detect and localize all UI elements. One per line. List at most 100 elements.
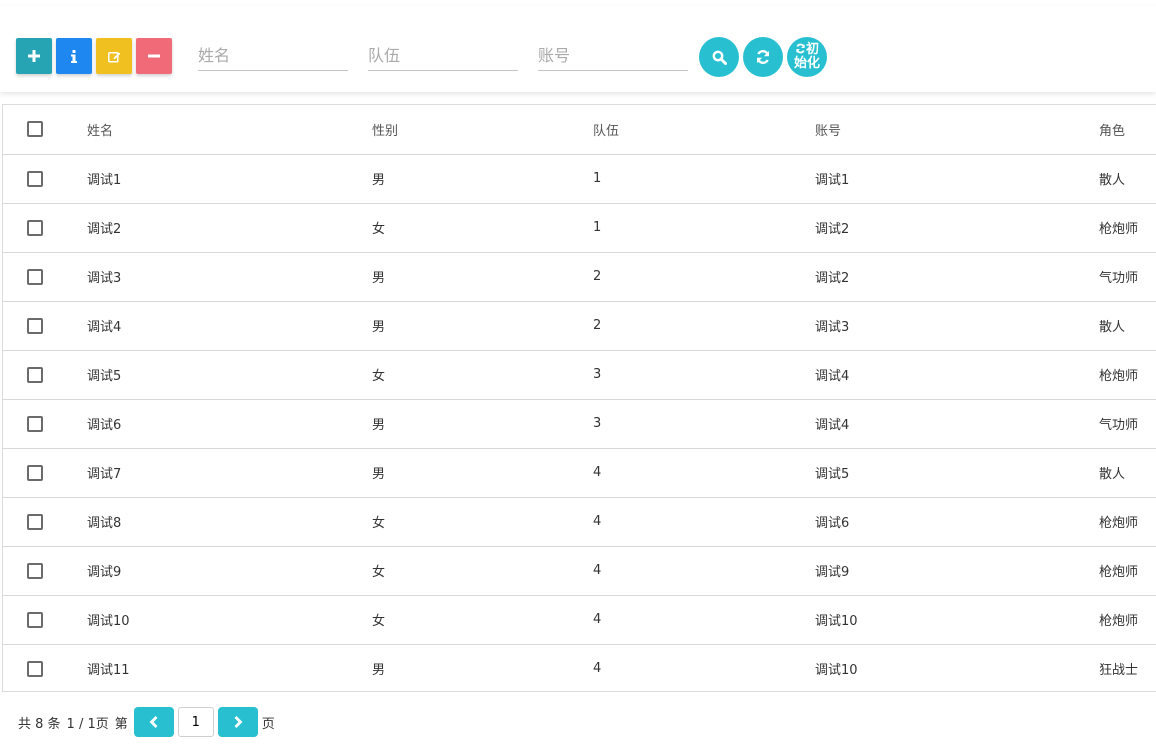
refresh-icon <box>796 43 805 54</box>
row-checkbox[interactable] <box>27 611 43 628</box>
goto-prefix: 第 <box>114 716 128 732</box>
row-select-cell <box>3 497 87 547</box>
table-row[interactable]: 调试6 男 3 调试4 气功师 <box>3 399 1156 449</box>
cell-account: 调试5 <box>815 448 1099 498</box>
row-checkbox[interactable] <box>27 464 43 481</box>
delete-button[interactable] <box>136 38 172 74</box>
cell-gender: 女 <box>372 546 593 596</box>
goto-suffix: 页 <box>261 716 275 732</box>
row-checkbox[interactable] <box>27 660 43 677</box>
refresh-button[interactable] <box>743 37 783 77</box>
account-search-input[interactable] <box>538 40 688 70</box>
cell-name: 调试1 <box>87 154 372 204</box>
total-count: 共 8 条 <box>18 716 61 732</box>
team-search-input[interactable] <box>368 40 518 70</box>
cell-account: 调试2 <box>815 252 1099 302</box>
table-row[interactable]: 调试3 男 2 调试2 气功师 <box>3 252 1156 302</box>
prev-page-button[interactable] <box>133 707 174 737</box>
cell-team: 4 <box>593 448 815 498</box>
cell-role: 枪炮师 <box>1099 546 1156 596</box>
cell-account: 调试2 <box>815 203 1099 253</box>
cell-gender: 男 <box>372 252 593 302</box>
cell-name: 调试7 <box>87 448 372 498</box>
table-row[interactable]: 调试8 女 4 调试6 枪炮师 <box>3 497 1156 547</box>
edit-button[interactable] <box>96 38 132 74</box>
cell-role: 枪炮师 <box>1099 203 1156 253</box>
header-gender[interactable]: 性别 <box>372 105 593 155</box>
search-icon <box>712 50 727 65</box>
select-all-cell <box>3 105 87 155</box>
table-row[interactable]: 调试5 女 3 调试4 枪炮师 <box>3 350 1156 400</box>
row-checkbox[interactable] <box>27 317 43 334</box>
page-number-input[interactable] <box>177 707 214 737</box>
row-select-cell <box>3 252 87 302</box>
cell-name: 调试4 <box>87 301 372 351</box>
row-checkbox[interactable] <box>27 268 43 285</box>
row-checkbox[interactable] <box>27 513 43 530</box>
cell-role: 枪炮师 <box>1099 350 1156 400</box>
header-name[interactable]: 姓名 <box>87 105 372 155</box>
cell-account: 调试9 <box>815 546 1099 596</box>
cell-gender: 女 <box>372 203 593 253</box>
header-role[interactable]: 角色 <box>1099 105 1156 155</box>
chevron-right-icon <box>234 716 243 728</box>
name-search-field <box>198 40 348 71</box>
cell-team: 4 <box>593 546 815 596</box>
add-button[interactable] <box>16 38 52 74</box>
cell-name: 调试5 <box>87 350 372 400</box>
cell-team: 4 <box>593 661 602 677</box>
cell-role: 散人 <box>1099 301 1156 351</box>
cell-role: 散人 <box>1099 154 1156 204</box>
header-team[interactable]: 队伍 <box>593 105 815 155</box>
cell-name: 调试8 <box>87 497 372 547</box>
header-account[interactable]: 账号 <box>815 105 1099 155</box>
cell-team: 1 <box>593 154 815 204</box>
initialize-button[interactable]: 初始化 <box>787 37 827 77</box>
cell-role: 气功师 <box>1099 399 1156 449</box>
initialize-label: 初始化 <box>789 43 825 71</box>
cell-account: 调试6 <box>815 497 1099 547</box>
row-checkbox[interactable] <box>27 219 43 236</box>
cell-account: 调试3 <box>815 301 1099 351</box>
cell-account: 调试10 <box>815 595 1099 645</box>
table-header-row: 姓名 性别 队伍 账号 角色 <box>3 105 1156 155</box>
search-button[interactable] <box>699 37 739 77</box>
cell-role: 枪炮师 <box>1099 497 1156 547</box>
select-all-checkbox[interactable] <box>27 121 43 138</box>
table-row[interactable]: 调试1 男 1 调试1 散人 <box>3 154 1156 204</box>
row-checkbox[interactable] <box>27 562 43 579</box>
row-select-cell <box>3 595 87 645</box>
cell-role: 枪炮师 <box>1099 595 1156 645</box>
toolbar: 初始化 <box>0 6 1156 92</box>
cell-account: 调试1 <box>815 154 1099 204</box>
cell-name: 调试10 <box>87 595 372 645</box>
table-row[interactable]: 调试2 女 1 调试2 枪炮师 <box>3 203 1156 253</box>
next-page-button[interactable] <box>217 707 258 737</box>
cell-gender: 男 <box>372 663 386 679</box>
account-search-field <box>538 40 688 71</box>
table-row[interactable]: 调试7 男 4 调试5 散人 <box>3 448 1156 498</box>
table-row[interactable]: 调试11 男 4 调试10 狂战士 <box>3 644 1156 691</box>
page-count: 1 / 1页 <box>66 716 109 732</box>
row-select-cell <box>3 203 87 253</box>
cell-team: 2 <box>593 252 815 302</box>
row-select-cell <box>3 154 87 204</box>
name-search-input[interactable] <box>198 40 348 70</box>
cell-role: 狂战士 <box>1099 663 1139 679</box>
row-select-cell <box>3 399 87 449</box>
table-row[interactable]: 调试9 女 4 调试9 枪炮师 <box>3 546 1156 596</box>
cell-account: 调试10 <box>815 663 858 679</box>
row-checkbox[interactable] <box>27 366 43 383</box>
refresh-icon <box>756 49 770 65</box>
row-select-cell <box>3 301 87 351</box>
info-button[interactable] <box>56 38 92 74</box>
cell-team: 4 <box>593 595 815 645</box>
row-checkbox[interactable] <box>27 170 43 187</box>
cell-team: 3 <box>593 350 815 400</box>
cell-team: 4 <box>593 497 815 547</box>
cell-role: 气功师 <box>1099 252 1156 302</box>
table-row[interactable]: 调试4 男 2 调试3 散人 <box>3 301 1156 351</box>
table-row[interactable]: 调试10 女 4 调试10 枪炮师 <box>3 595 1156 645</box>
cell-name: 调试6 <box>87 399 372 449</box>
row-checkbox[interactable] <box>27 415 43 432</box>
